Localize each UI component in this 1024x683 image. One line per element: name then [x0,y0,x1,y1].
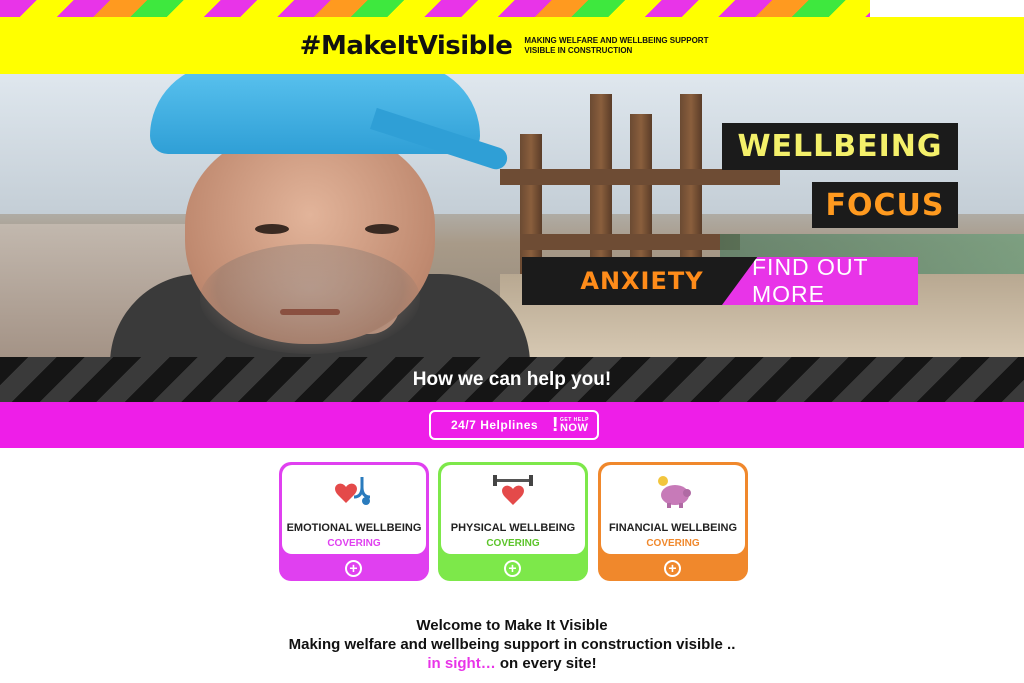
welcome-highlight: in sight… [427,655,496,672]
brand-logo[interactable]: #MakeItVisible [300,31,513,61]
heart-dumbbell-icon [493,475,533,505]
steel-beam [520,234,740,250]
help-heading: How we can help you! [412,368,612,390]
welcome-line3: in sight… on every site! [0,654,1024,673]
welcome-line3-rest: on every site! [495,655,597,672]
card-financial-wellbeing[interactable]: FINANCIAL WELLBEING COVERING + [598,462,748,581]
hero-cta[interactable]: ANXIETY FIND OUT MORE [522,257,958,305]
card-emotional-wellbeing[interactable]: EMOTIONAL WELLBEING COVERING + [279,462,429,581]
card-subtitle: COVERING [327,538,381,549]
worker-eye [255,224,289,234]
get-help-now-badge: ! GET HELP NOW [552,415,589,435]
expand-plus-icon[interactable]: + [664,560,681,577]
worker-beard [200,244,420,354]
welcome-line2: Making welfare and wellbeing support in … [288,636,736,653]
card-body: EMOTIONAL WELLBEING COVERING [282,465,426,554]
worker-mouth [280,309,340,315]
welcome-line1: Welcome to Make It Visible [416,617,608,634]
helpline-button[interactable]: 24/7 Helplines ! GET HELP NOW [429,410,599,440]
top-stripe-bar [0,0,870,17]
exclamation-icon: ! [551,414,559,436]
card-title: FINANCIAL WELLBEING [608,522,738,534]
hero-tag-focus: FOCUS [812,182,958,228]
stethoscope-heart-icon [335,477,371,505]
card-body: PHYSICAL WELLBEING COVERING [441,465,585,554]
card-physical-wellbeing[interactable]: PHYSICAL WELLBEING COVERING + [438,462,588,581]
card-title: PHYSICAL WELLBEING [450,522,576,534]
hero-topic[interactable]: ANXIETY [522,257,762,305]
card-body: FINANCIAL WELLBEING COVERING [601,465,745,554]
expand-plus-icon[interactable]: + [504,560,521,577]
card-title: EMOTIONAL WELLBEING [286,522,422,534]
steel-beam [500,169,780,185]
piggy-bank-icon [658,476,691,508]
top-stripe-gap [870,0,1024,17]
expand-plus-icon[interactable]: + [345,560,362,577]
welcome-text: Welcome to Make It Visible Making welfar… [0,616,1024,673]
card-subtitle: COVERING [486,538,540,549]
construction-worker-photo [110,74,530,357]
worker-eye [365,224,399,234]
card-subtitle: COVERING [646,538,700,549]
help-heading-bar: How we can help you! [0,357,1024,402]
hero-banner: WELLBEING FOCUS ANXIETY FIND OUT MORE [0,74,1024,357]
site-header: #MakeItVisible MAKING WELFARE AND WELLBE… [0,17,1024,74]
badge-now-text: NOW [559,421,589,434]
brand-tagline: MAKING WELFARE AND WELLBEING SUPPORT VIS… [524,35,709,55]
hero-tag-wellbeing: WELLBEING [722,123,958,170]
helpline-label: 24/7 Helplines [451,418,539,432]
